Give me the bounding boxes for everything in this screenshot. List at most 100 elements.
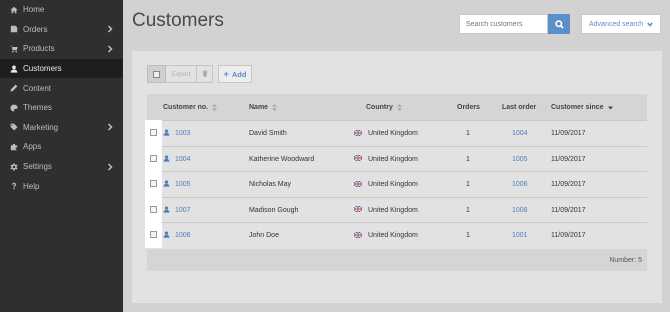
uk-flag-icon [353,154,368,163]
customer-no-link[interactable]: 1004 [163,147,191,172]
country: United Kingdom [368,232,418,239]
orders-count: 1 [466,130,470,137]
customer-since: 11/09/2017 [551,130,586,137]
customer-name: Katherine Woodward [249,155,315,163]
question-icon [10,182,18,190]
customers-panel: Export + Add Customer no. Name Country O… [132,51,662,303]
export-button[interactable]: Export [166,65,197,83]
customer-name: Nicholas May [249,181,292,188]
search-button[interactable] [548,14,570,34]
person-icon [163,231,175,240]
table-row[interactable]: 1006 John Doe United Kingdom 1 1001 11/09/201… [147,222,647,247]
customer-name: David Smith [249,130,287,137]
column-header-last-order[interactable]: Last order [502,94,536,120]
sidebar-item-label: Marketing [23,122,59,132]
cart-icon [10,45,18,53]
table-header: Customer no. Name Country Orders Last or… [147,94,647,120]
row-checkbox[interactable] [150,180,157,187]
last-order-link[interactable]: 1005 [512,147,528,172]
last-order-link[interactable]: 1004 [512,121,528,146]
customer-no-link[interactable]: 1003 [163,121,191,146]
last-order-link[interactable]: 1006 [512,172,528,197]
plus-icon: + [223,69,229,79]
page-title: Customers [132,10,224,31]
table-row[interactable]: 1005 Nicholas May United Kingdom 1 1006 11/09… [147,171,647,196]
sidebar-item-orders[interactable]: Orders [0,20,123,40]
orders-count: 1 [466,181,470,188]
sidebar-item-label: Orders [23,24,48,34]
customer-no: 1005 [175,181,191,188]
sidebar-item-themes[interactable]: Themes [0,98,123,118]
row-count: Number: 5 [609,256,642,264]
country: United Kingdom [368,181,418,188]
column-label: Name [249,103,269,111]
table-toolbar: Export + Add [147,65,252,83]
search-bar [459,14,570,34]
customer-no: 1003 [175,130,191,137]
chevron-right-icon [107,25,113,33]
column-label: Customer no. [163,103,209,111]
orders-count: 1 [466,232,470,239]
sidebar-item-label: Apps [23,142,42,152]
palette-icon [10,104,18,112]
checkbox-icon [153,70,160,78]
search-icon [554,17,564,32]
customer-name: John Doe [249,232,279,239]
column-header-customer-no[interactable]: Customer no. [163,94,218,120]
sidebar-item-content[interactable]: Content [0,78,123,98]
customer-no-link[interactable]: 1007 [163,198,191,223]
sidebar-item-label: Settings [23,162,52,172]
column-header-orders[interactable]: Orders [457,94,480,120]
home-icon [10,6,18,14]
sidebar-item-label: Home [23,5,45,15]
advanced-search-button[interactable]: Advanced search [581,14,661,34]
sidebar-item-help[interactable]: Help [0,176,123,196]
sidebar-item-label: Themes [23,103,52,113]
chevron-right-icon [107,163,113,171]
table-row[interactable]: 1004 Katherine Woodward United Kingdom 1 100… [147,145,647,172]
last-order-link[interactable]: 1008 [512,198,528,223]
country: United Kingdom [368,206,418,214]
table-row[interactable]: 1003 David Smith United Kingdom 1 1004 11/09/… [147,120,647,145]
column-header-country[interactable]: Country [366,94,402,120]
uk-flag-icon [353,231,368,240]
user-icon [10,65,18,73]
row-checkbox[interactable] [150,129,157,136]
puzzle-icon [10,143,18,151]
sidebar-item-settings[interactable]: Settings [0,157,123,177]
sidebar-item-apps[interactable]: Apps [0,137,123,157]
sidebar-item-label: Customers [23,64,62,74]
sidebar-item-products[interactable]: Products [0,39,123,59]
country-cell: United Kingdom [353,198,418,223]
chevron-right-icon [107,45,113,53]
row-checkbox[interactable] [150,154,157,162]
sidebar-item-marketing[interactable]: Marketing [0,118,123,138]
sort-icon [396,103,402,111]
sidebar-item-label: Help [23,181,40,191]
person-icon [163,180,175,189]
delete-button[interactable] [197,65,213,83]
orders-count: 1 [466,155,470,163]
customer-no-link[interactable]: 1006 [163,223,191,248]
uk-flag-icon [353,205,368,214]
customer-no: 1004 [175,155,191,163]
last-order-link[interactable]: 1001 [512,223,528,248]
add-customer-button[interactable]: + Add [218,65,252,83]
sort-descending-icon [607,104,613,111]
column-header-customer-since[interactable]: Customer since [551,94,613,120]
customer-since: 11/09/2017 [551,232,586,239]
sort-icon [212,103,218,111]
sort-icon [272,103,278,111]
column-header-name[interactable]: Name [249,94,278,120]
row-checkbox[interactable] [150,231,157,238]
search-input[interactable] [459,14,548,34]
column-label: Orders [457,103,480,111]
select-all-checkbox[interactable] [147,65,166,83]
sidebar-item-home[interactable]: Home [0,0,123,20]
sidebar-item-customers[interactable]: Customers [0,58,123,79]
customer-no-link[interactable]: 1005 [163,172,191,197]
trash-icon [202,69,208,79]
row-checkbox[interactable] [150,205,157,213]
country-cell: United Kingdom [353,172,418,197]
table-row[interactable]: 1007 Madison Gough United Kingdom 1 1008 11/0… [147,196,647,223]
